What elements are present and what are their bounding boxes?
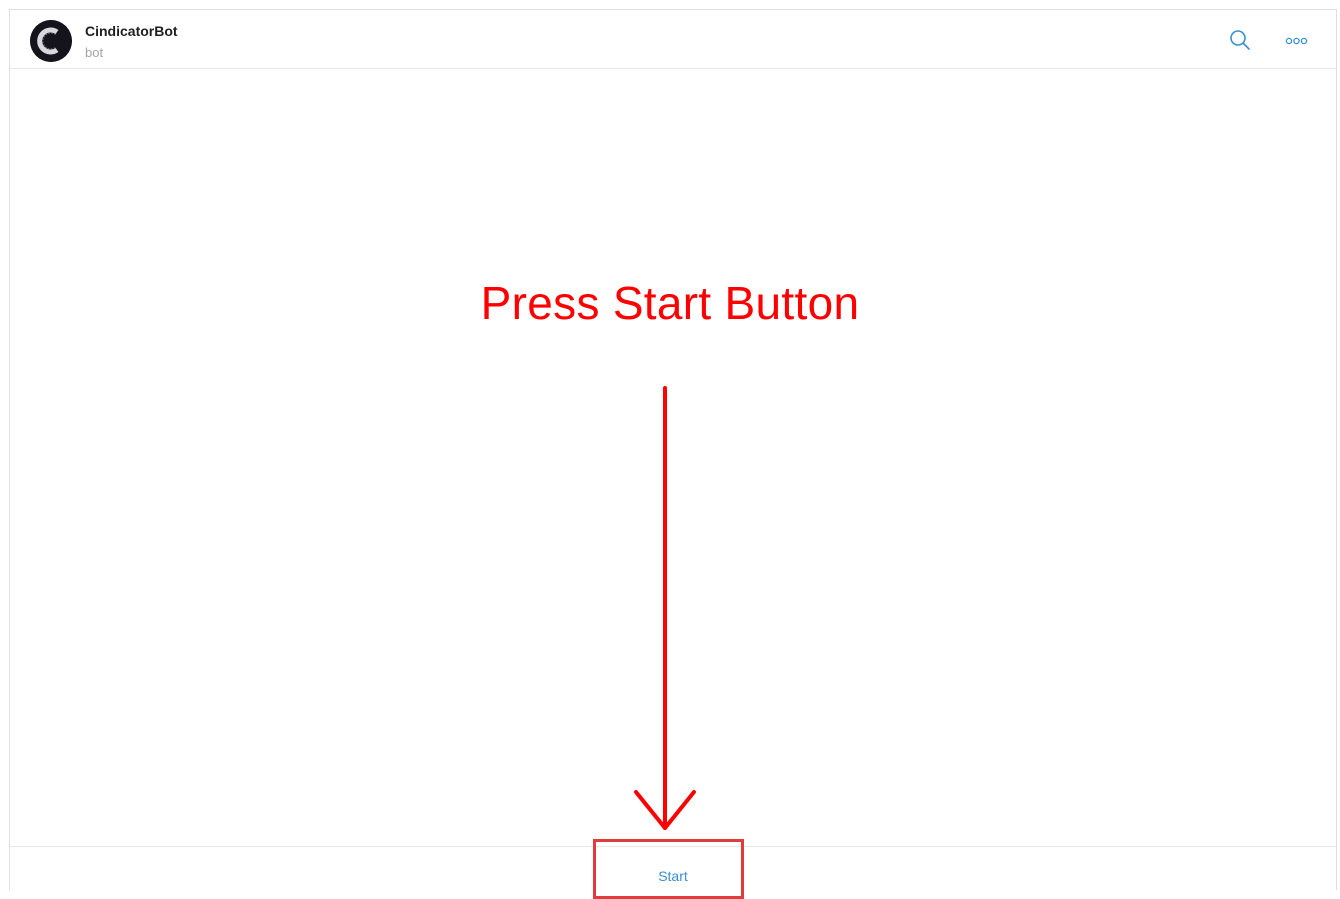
annotation-text: Press Start Button xyxy=(480,277,860,329)
chat-title: CindicatorBot xyxy=(85,23,178,39)
annotation-highlight-box xyxy=(593,839,744,899)
chat-header: CindicatorBot bot xyxy=(10,10,1336,69)
search-icon xyxy=(1230,30,1250,50)
avatar-logo-icon xyxy=(30,20,72,62)
more-icon xyxy=(1285,37,1308,45)
avatar[interactable] xyxy=(30,20,72,62)
more-options-button[interactable] xyxy=(1285,28,1311,54)
chat-status: bot xyxy=(85,45,104,60)
annotation-arrow-icon xyxy=(634,386,696,830)
search-button[interactable] xyxy=(1227,28,1253,54)
